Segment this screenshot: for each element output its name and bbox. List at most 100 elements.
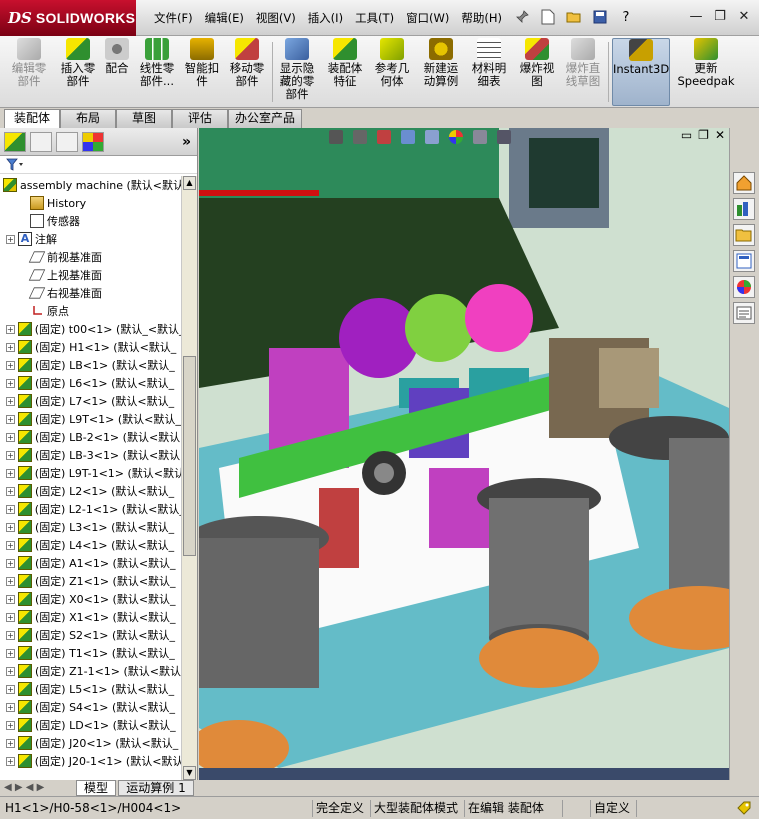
expand-icon[interactable]: + (6, 396, 15, 406)
status-units[interactable]: 自定义 (590, 800, 633, 817)
expand-icon[interactable]: + (6, 666, 15, 676)
design-library-icon[interactable] (733, 198, 755, 220)
expand-icon[interactable]: + (6, 594, 15, 604)
expand-icon[interactable]: + (6, 486, 15, 496)
restore-button[interactable]: ❐ (709, 6, 731, 26)
expand-icon[interactable]: + (6, 450, 15, 460)
update-speedpak-button[interactable]: 更新 Speedpak (676, 38, 736, 106)
tree-item[interactable]: + (固定) L7<1> (默认<默认_ (0, 392, 182, 410)
tree-item[interactable]: + (固定) LB-3<1> (默认<默认 (0, 446, 182, 464)
tree-root[interactable]: assembly machine (默认<默认_ (0, 176, 182, 194)
expand-icon[interactable]: + (6, 468, 15, 478)
tree-item[interactable]: + (固定) Z1<1> (默认<默认_ (0, 572, 182, 590)
tab-model[interactable]: 模型 (76, 780, 116, 796)
tree-item[interactable]: + (固定) H1<1> (默认<默认_ (0, 338, 182, 356)
viewport-minimize-icon[interactable]: ▭ (681, 128, 692, 142)
property-manager-tab-icon[interactable] (30, 132, 52, 152)
tree-item[interactable]: + (固定) A1<1> (默认<默认_ (0, 554, 182, 572)
viewport-restore-icon[interactable]: ❐ (698, 128, 709, 142)
tab-sketch[interactable]: 草图 (116, 109, 172, 128)
tree-vertical-scrollbar[interactable]: ▲ ▼ (181, 176, 197, 780)
expand-icon[interactable]: + (6, 540, 15, 550)
expand-icon[interactable]: + (6, 720, 15, 730)
scene-icon[interactable] (473, 130, 487, 144)
expand-icon[interactable]: + (6, 630, 15, 640)
move-component-button[interactable]: 移动零 部件 (224, 38, 270, 106)
tree-item[interactable]: 原点 (0, 302, 182, 320)
expand-icon[interactable]: + (6, 648, 15, 658)
bill-of-materials-button[interactable]: 材料明 细表 (466, 38, 512, 106)
assembly-features-button[interactable]: 装配体 特征 (322, 38, 368, 106)
graphics-viewport[interactable]: ▭ ❐ ✕ (199, 128, 729, 796)
tree-item[interactable]: + (固定) t00<1> (默认_<默认_ (0, 320, 182, 338)
show-hidden-components-button[interactable]: 显示隐 藏的零 部件 (274, 38, 320, 106)
tree-item[interactable]: History (0, 194, 182, 212)
tab-scroll-arrows-icon[interactable]: ◀ ▶ ◀ ▶ (4, 782, 44, 793)
menu-view[interactable]: 视图(V) (250, 10, 302, 26)
filter-icon[interactable] (6, 158, 26, 172)
custom-properties-icon[interactable] (733, 302, 755, 324)
tree-item[interactable]: + (固定) L4<1> (默认<默认_ (0, 536, 182, 554)
view-settings-icon[interactable] (497, 130, 511, 144)
tree-item[interactable]: 上视基准面 (0, 266, 182, 284)
tree-item[interactable]: + (固定) LD<1> (默认<默认_ (0, 716, 182, 734)
tree-item[interactable]: + (固定) L2<1> (默认<默认_ (0, 482, 182, 500)
mate-button[interactable]: 配合 (102, 38, 132, 106)
configuration-manager-tab-icon[interactable] (56, 132, 78, 152)
tab-motion-study-1[interactable]: 运动算例 1 (118, 780, 194, 796)
expand-icon[interactable]: + (6, 522, 15, 532)
save-icon[interactable] (588, 6, 612, 28)
tree-item[interactable]: 右视基准面 (0, 284, 182, 302)
tree-item[interactable]: + (固定) L6<1> (默认<默认_ (0, 374, 182, 392)
expand-icon[interactable]: + (6, 324, 15, 334)
expand-icon[interactable]: + (6, 756, 15, 766)
expand-icon[interactable]: + (6, 378, 15, 388)
expand-icon[interactable]: + (6, 342, 15, 352)
expand-icon[interactable]: + (6, 504, 15, 514)
tree-item[interactable]: + (固定) L9T-1<1> (默认<默认 (0, 464, 182, 482)
expand-icon[interactable]: + (6, 360, 15, 370)
expand-icon[interactable]: + (6, 432, 15, 442)
tree-item[interactable]: + (固定) L5<1> (默认<默认_ (0, 680, 182, 698)
appearances-scenes-icon[interactable] (733, 276, 755, 298)
appearance-icon[interactable] (449, 130, 463, 144)
tree-item[interactable]: + (固定) J20-1<1> (默认<默认_ (0, 752, 182, 770)
insert-component-button[interactable]: 插入零 部件 (54, 38, 102, 106)
display-manager-tab-icon[interactable] (82, 132, 104, 152)
section-view-icon[interactable] (401, 130, 415, 144)
tab-layout[interactable]: 布局 (60, 109, 116, 128)
explode-line-sketch-button[interactable]: 爆炸直 线草图 (560, 38, 606, 106)
expand-icon[interactable]: + (6, 234, 15, 244)
expand-icon[interactable]: + (6, 576, 15, 586)
instant3d-button[interactable]: Instant3D (612, 38, 670, 106)
tab-evaluate[interactable]: 评估 (172, 109, 228, 128)
tab-assembly[interactable]: 装配体 (4, 109, 60, 129)
expand-icon[interactable]: + (6, 414, 15, 424)
previous-view-icon[interactable] (377, 130, 391, 144)
expand-panel-icon[interactable]: » (182, 134, 191, 150)
exploded-view-button[interactable]: 爆炸视 图 (514, 38, 560, 106)
expand-icon[interactable]: + (6, 558, 15, 568)
linear-pattern-button[interactable]: 线性零 部件... (134, 38, 180, 106)
scroll-thumb[interactable] (183, 356, 196, 556)
tree-item[interactable]: 前视基准面 (0, 248, 182, 266)
reference-geometry-button[interactable]: 参考几 何体 (370, 38, 414, 106)
expand-icon[interactable]: + (6, 684, 15, 694)
menu-file[interactable]: 文件(F) (148, 10, 199, 26)
scroll-up-arrow-icon[interactable]: ▲ (183, 176, 196, 190)
tree-item[interactable]: + (固定) Z1-1<1> (默认<默认 (0, 662, 182, 680)
tree-item[interactable]: + (固定) X1<1> (默认<默认_ (0, 608, 182, 626)
new-document-icon[interactable] (536, 6, 560, 28)
new-motion-study-button[interactable]: 新建运 动算例 (418, 38, 464, 106)
expand-icon[interactable]: + (6, 702, 15, 712)
feature-tree-tab-icon[interactable] (4, 132, 26, 152)
tree-item[interactable]: + (固定) X0<1> (默认<默认_ (0, 590, 182, 608)
viewport-close-icon[interactable]: ✕ (715, 128, 725, 142)
solidworks-resources-icon[interactable] (733, 172, 755, 194)
tree-item[interactable]: + A 注解 (0, 230, 182, 248)
tree-item[interactable]: + (固定) L2-1<1> (默认<默认_ (0, 500, 182, 518)
tree-item[interactable]: + (固定) J20<1> (默认<默认_ (0, 734, 182, 752)
menu-help[interactable]: 帮助(H) (455, 10, 508, 26)
tree-item[interactable]: + (固定) T1<1> (默认<默认_ (0, 644, 182, 662)
edit-component-button[interactable]: 编辑零 部件 (4, 38, 54, 106)
